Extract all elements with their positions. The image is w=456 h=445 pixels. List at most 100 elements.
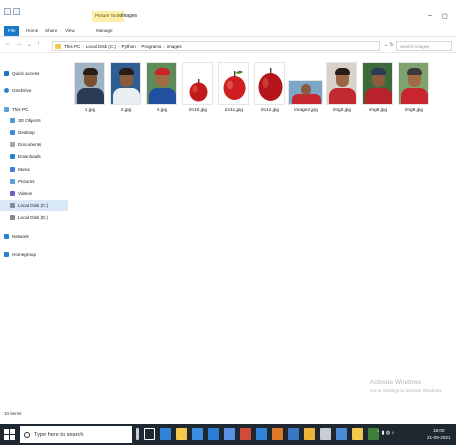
breadcrumb-images[interactable]: images — [167, 44, 182, 49]
tab-share[interactable]: Share — [41, 26, 61, 36]
video-icon — [10, 191, 15, 196]
edge-icon[interactable] — [160, 428, 171, 440]
item-count: 10 items — [4, 411, 22, 416]
folder-icon — [55, 43, 61, 49]
star-icon — [4, 71, 9, 76]
music-icon — [10, 167, 15, 172]
address-bar[interactable]: This PC › Local Disk (C:) › Python › Progra… — [52, 41, 380, 51]
homegroup-icon — [4, 252, 9, 257]
file-name: im12.jpg — [260, 108, 280, 113]
taskbar-search-input[interactable]: Type here to search — [20, 426, 132, 443]
sidebar-item-documents[interactable]: Documents — [0, 139, 68, 150]
store-icon[interactable] — [192, 428, 203, 440]
breadcrumb-programs[interactable]: Programs — [141, 44, 161, 49]
search-icon — [24, 431, 30, 438]
microphone-icon[interactable] — [136, 428, 139, 440]
sidebar-item-local-disk-c[interactable]: Local Disk (C:) — [0, 200, 68, 211]
quick-access-toolbar — [4, 8, 20, 15]
breadcrumb-this-pc[interactable]: This PC — [64, 44, 80, 49]
task-view-icon[interactable] — [144, 428, 155, 440]
navigation-pane: Quick access OneDrive This PC 3D Objects… — [0, 54, 68, 408]
maximize-button[interactable]: ◻ — [442, 12, 448, 20]
image-thumbnail — [326, 62, 357, 105]
back-arrow-icon[interactable]: ← — [5, 41, 11, 48]
sidebar-item-homegroup[interactable]: Homegroup — [0, 249, 68, 260]
forward-arrow-icon[interactable]: → — [16, 41, 22, 48]
pictures-icon — [10, 179, 15, 184]
new-folder-icon[interactable] — [13, 8, 20, 15]
file-name: img3.jpg — [332, 108, 352, 113]
breadcrumb-local-disk[interactable]: Local Disk (C:) — [86, 44, 116, 49]
chrome-icon[interactable] — [240, 428, 251, 440]
refresh-icon[interactable]: ⌄ ↻ — [384, 42, 394, 48]
sidebar-item-desktop[interactable]: Desktop — [0, 127, 68, 138]
file-item[interactable]: img6.jpg — [358, 58, 398, 128]
file-item[interactable]: im12.jpg — [250, 58, 290, 128]
file-name: 1.jpg — [84, 108, 96, 113]
tab-home[interactable]: Home — [22, 26, 42, 36]
chevron-right-icon: › — [118, 43, 120, 49]
sidebar-item-downloads[interactable]: Downloads — [0, 151, 68, 162]
file-item[interactable]: img3.jpg — [322, 58, 362, 128]
computer-icon — [4, 107, 9, 112]
image-thumbnail — [182, 62, 213, 105]
window-title: images — [121, 13, 138, 19]
image-thumbnail — [110, 62, 141, 105]
clock[interactable]: 19:00 21-09-2021 — [427, 427, 451, 441]
properties-icon[interactable] — [4, 8, 11, 15]
sidebar-item-pictures[interactable]: Pictures — [0, 176, 68, 187]
chevron-right-icon: › — [137, 43, 140, 49]
search-input[interactable]: Search images — [396, 41, 452, 51]
app-icon[interactable] — [336, 428, 347, 440]
file-list: 1.jpg 2.jpg 4.jpg im10.jpg im11.jpg im12… — [70, 58, 456, 398]
up-arrow-icon[interactable]: ↑ — [37, 41, 40, 48]
file-name: im10.jpg — [188, 108, 208, 113]
tab-file[interactable]: File — [4, 26, 20, 36]
file-item[interactable]: img9.jpg — [394, 58, 434, 128]
app-icon[interactable] — [304, 428, 315, 440]
app-icon[interactable] — [288, 428, 299, 440]
activate-windows-watermark: Activate Windows Go to Settings to activ… — [370, 379, 443, 393]
sidebar-item-local-disk-e[interactable]: Local Disk (E:) — [0, 212, 68, 223]
image-thumbnail — [74, 62, 105, 105]
tab-manage[interactable]: Manage — [92, 26, 117, 36]
sidebar-item-onedrive[interactable]: OneDrive — [0, 85, 68, 96]
file-item[interactable]: image2.jpg — [286, 58, 326, 128]
breadcrumb-python[interactable]: Python — [122, 44, 136, 49]
firefox-icon[interactable] — [272, 428, 283, 440]
file-name: image2.jpg — [294, 108, 318, 113]
tab-view[interactable]: View — [61, 26, 79, 36]
file-item[interactable]: im11.jpg — [214, 58, 254, 128]
file-item[interactable]: 4.jpg — [142, 58, 182, 128]
file-explorer-icon[interactable] — [176, 428, 187, 440]
apple-icon — [258, 68, 283, 101]
sidebar-item-quick-access[interactable]: Quick access — [0, 68, 68, 79]
file-item[interactable]: im10.jpg — [178, 58, 218, 128]
apple-icon — [189, 79, 208, 102]
minimize-button[interactable]: – — [428, 12, 432, 19]
drive-icon — [10, 203, 15, 208]
app-icon[interactable] — [352, 428, 363, 440]
image-thumbnail — [398, 62, 429, 105]
system-tray[interactable]: ⌃ ▮ ◍ ♪ — [376, 430, 394, 436]
windows-start-icon[interactable] — [4, 429, 15, 440]
file-item[interactable]: 1.jpg — [70, 58, 110, 128]
app-icon[interactable] — [224, 428, 235, 440]
file-name: im11.jpg — [225, 108, 243, 113]
sidebar-item-music[interactable]: Music — [0, 164, 68, 175]
ie-icon[interactable] — [208, 428, 219, 440]
file-item[interactable]: 2.jpg — [106, 58, 146, 128]
app-icon[interactable] — [256, 428, 267, 440]
image-thumbnail — [288, 80, 323, 105]
sidebar-item-3d-objects[interactable]: 3D Objects — [0, 115, 68, 126]
drive-icon — [10, 215, 15, 220]
app-icon[interactable] — [320, 428, 331, 440]
image-thumbnail — [146, 62, 177, 105]
sidebar-item-network[interactable]: Network — [0, 231, 68, 242]
recent-locations-icon[interactable]: ⌄ — [27, 41, 32, 48]
sidebar-item-videos[interactable]: Videos — [0, 188, 68, 199]
title-bar: Picture Tools images – ◻ — [0, 0, 456, 24]
taskbar-apps — [136, 428, 379, 440]
sidebar-item-this-pc[interactable]: This PC — [0, 104, 68, 115]
picture-tools-tab[interactable]: Picture Tools — [92, 11, 125, 22]
